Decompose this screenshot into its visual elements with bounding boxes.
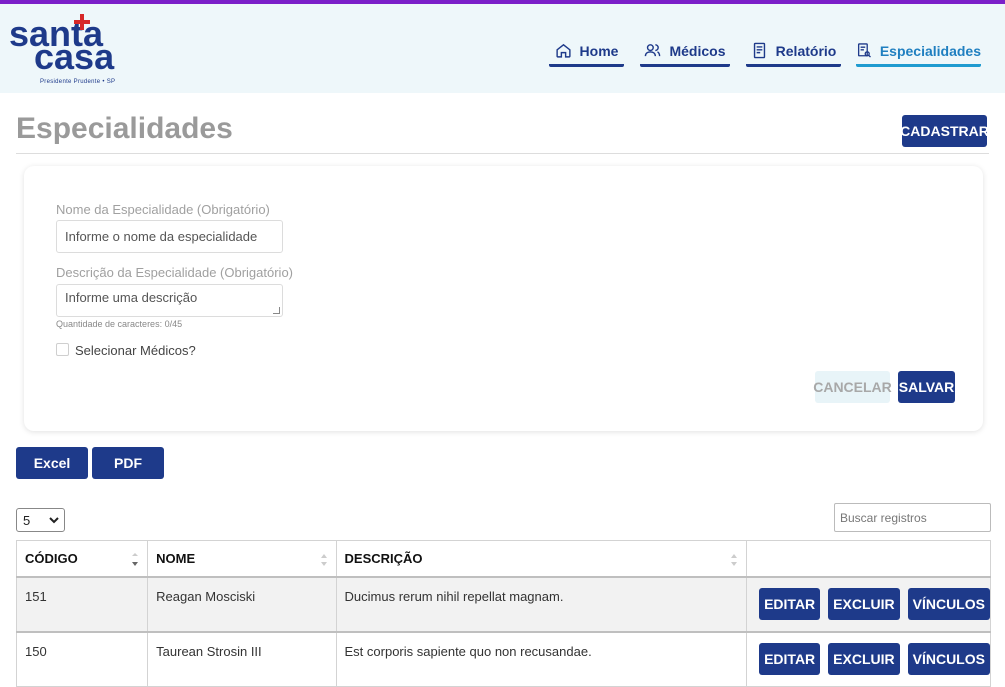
header-codigo[interactable]: CÓDIGO bbox=[15, 540, 149, 578]
search-input[interactable]: Buscar registros bbox=[834, 503, 991, 532]
nome-placeholder: Informe o nome da especialidade bbox=[65, 229, 258, 244]
home-icon bbox=[555, 43, 571, 58]
export-pdf-button[interactable]: PDF bbox=[92, 447, 164, 479]
char-counter: Quantidade de caracteres: 0/45 bbox=[56, 319, 183, 329]
descricao-label: Descrição da Especialidade (Obrigatório) bbox=[56, 265, 294, 280]
resize-handle[interactable] bbox=[273, 307, 280, 314]
cancel-button[interactable]: CANCELAR bbox=[813, 371, 892, 403]
cell-nome: Taurean Strosin III bbox=[147, 630, 337, 687]
logo-subtitle: Presidente Prudente • SP bbox=[40, 79, 116, 85]
specialty-form-card: Nome da Especialidade (Obrigatório) Info… bbox=[24, 166, 983, 431]
search-placeholder: Buscar registros bbox=[840, 510, 927, 525]
header-codigo-label: CÓDIGO bbox=[25, 550, 78, 566]
nav-relatorio[interactable]: Relatório bbox=[746, 37, 841, 67]
logo-cross-icon bbox=[74, 14, 90, 30]
users-icon bbox=[645, 44, 661, 57]
nav-medicos[interactable]: Médicos bbox=[640, 37, 730, 67]
descricao-placeholder: Informe uma descrição bbox=[65, 290, 198, 305]
cell-codigo: 150 bbox=[15, 630, 149, 687]
logo-line2: casa bbox=[34, 36, 115, 77]
chevron-down-icon bbox=[49, 517, 59, 524]
nome-input[interactable]: Informe o nome da especialidade bbox=[56, 220, 283, 253]
select-medicos-label[interactable]: Selecionar Médicos? bbox=[75, 343, 196, 358]
cell-actions: EDITAR EXCLUIR VÍNCULOS bbox=[746, 576, 991, 632]
sort-icon bbox=[731, 554, 738, 566]
header-descricao[interactable]: DESCRIÇÃO bbox=[335, 540, 748, 578]
page-title-row: Especialidades bbox=[16, 108, 989, 154]
table-row: 151 Reagan Mosciski Ducimus rerum nihil … bbox=[15, 576, 991, 632]
header-nome[interactable]: NOME bbox=[147, 540, 337, 578]
edit-button[interactable]: EDITAR bbox=[759, 643, 821, 676]
santa-casa-logo[interactable]: santa casa Presidente Prudente • SP bbox=[9, 14, 119, 86]
export-excel-button[interactable]: Excel bbox=[16, 447, 88, 479]
specialties-table: CÓDIGO NOME DESCRIÇÃO 151 Reagan Moscisk… bbox=[15, 540, 991, 687]
nav-home-label: Home bbox=[579, 42, 619, 59]
header-actions bbox=[746, 540, 991, 578]
cell-nome: Reagan Mosciski bbox=[147, 576, 337, 632]
descricao-textarea[interactable]: Informe uma descrição bbox=[56, 284, 283, 317]
edit-button[interactable]: EDITAR bbox=[759, 588, 821, 620]
select-medicos-checkbox[interactable] bbox=[56, 343, 69, 356]
header-nome-label: NOME bbox=[156, 550, 196, 566]
report-icon bbox=[753, 42, 765, 59]
page-size-value: 5 bbox=[23, 512, 31, 528]
nav-especialidades-label: Especialidades bbox=[879, 42, 981, 59]
nav-home[interactable]: Home bbox=[549, 37, 624, 67]
app-header: santa casa Presidente Prudente • SP Home… bbox=[0, 4, 1005, 93]
save-button[interactable]: SALVAR bbox=[898, 371, 955, 403]
sort-icon bbox=[320, 554, 327, 566]
nav-relatorio-label: Relatório bbox=[775, 42, 837, 59]
page-size-select[interactable]: 5 bbox=[16, 508, 65, 532]
delete-button[interactable]: EXCLUIR bbox=[828, 588, 900, 620]
table-row: 150 Taurean Strosin III Est corporis sap… bbox=[15, 630, 991, 687]
cadastrar-button[interactable]: CADASTRAR bbox=[900, 115, 989, 147]
cell-codigo: 151 bbox=[15, 576, 149, 632]
specialties-icon bbox=[857, 43, 871, 58]
nav-medicos-label: Médicos bbox=[669, 42, 726, 59]
sort-desc-icon bbox=[132, 553, 139, 566]
links-button[interactable]: VÍNCULOS bbox=[907, 588, 990, 620]
delete-button[interactable]: EXCLUIR bbox=[828, 643, 900, 676]
nav-especialidades[interactable]: Especialidades bbox=[856, 37, 981, 67]
cell-descricao: Est corporis sapiente quo non recusandae… bbox=[335, 630, 748, 687]
table-header-row: CÓDIGO NOME DESCRIÇÃO bbox=[15, 540, 991, 578]
page-title: Especialidades bbox=[16, 112, 233, 145]
links-button[interactable]: VÍNCULOS bbox=[907, 643, 990, 676]
header-descricao-label: DESCRIÇÃO bbox=[344, 550, 423, 566]
cell-actions: EDITAR EXCLUIR VÍNCULOS bbox=[746, 630, 991, 687]
nome-label: Nome da Especialidade (Obrigatório) bbox=[56, 202, 270, 217]
cell-descricao: Ducimus rerum nihil repellat magnam. bbox=[335, 576, 748, 632]
